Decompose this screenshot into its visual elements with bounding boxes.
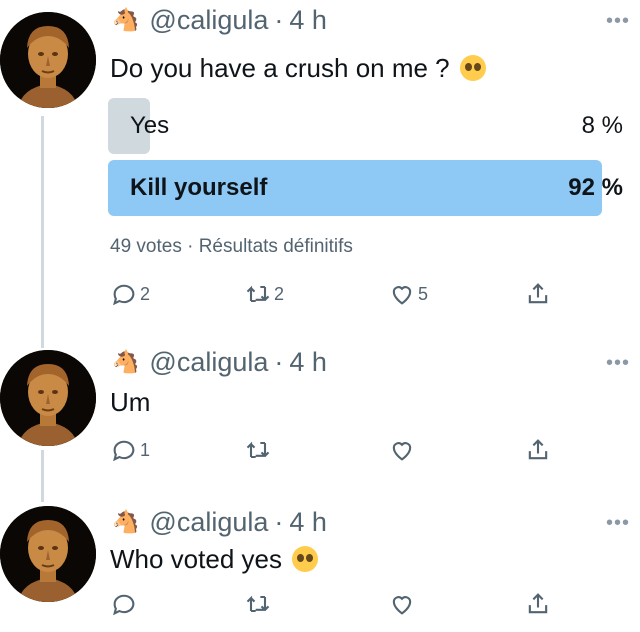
retweet-count: 2 xyxy=(274,283,285,304)
tweet-text: Um xyxy=(110,384,150,420)
poll-meta: 49 votes · Résultats définitifs xyxy=(110,236,353,257)
tweet-text-content: Who voted yes xyxy=(110,543,282,574)
timestamp[interactable]: 4 h xyxy=(289,5,327,36)
author-handle[interactable]: @caligula xyxy=(149,507,268,538)
avatar[interactable] xyxy=(0,350,96,446)
reply-count: 2 xyxy=(140,283,151,304)
retweet-icon xyxy=(246,285,270,303)
like-button[interactable]: 5 xyxy=(388,280,428,308)
tweet[interactable]: 🐴 @caligula · 4 h ••• Who voted yes xyxy=(0,498,640,632)
caligula-bust-avatar xyxy=(0,12,96,108)
tweet-header: 🐴 @caligula · 4 h xyxy=(112,504,327,540)
retweet-icon xyxy=(246,595,270,613)
pleading-face-icon xyxy=(291,546,318,572)
like-button[interactable] xyxy=(388,436,418,464)
share-icon xyxy=(528,593,548,614)
horse-icon: 🐴 xyxy=(112,349,140,374)
retweet-button[interactable]: 2 xyxy=(244,280,284,308)
separator-dot: · xyxy=(274,506,284,537)
author-handle[interactable]: @caligula xyxy=(149,5,268,36)
poll-option: Yes 8 % xyxy=(108,98,623,154)
tweet-text: Do you have a crush on me ? xyxy=(110,48,486,88)
retweet-button[interactable] xyxy=(244,590,274,618)
timestamp[interactable]: 4 h xyxy=(289,347,327,378)
poll-option-label: Yes xyxy=(130,112,170,139)
avatar[interactable] xyxy=(0,506,96,602)
poll-option-percent: 8 % xyxy=(581,112,623,139)
more-icon[interactable]: ••• xyxy=(606,10,630,33)
horse-icon: 🐴 xyxy=(112,7,140,32)
tweet-actions: 1 xyxy=(110,436,560,466)
share-button[interactable] xyxy=(524,436,552,464)
tweet[interactable]: 🐴 @caligula · 4 h ••• Um 1 xyxy=(0,340,640,480)
poll-option-label: Kill yourself xyxy=(130,174,268,201)
separator-dot: · xyxy=(274,346,284,377)
share-button[interactable] xyxy=(524,590,552,618)
caligula-bust-avatar xyxy=(0,506,96,602)
heart-icon xyxy=(392,442,412,461)
tweet-header: 🐴 @caligula · 4 h xyxy=(112,344,327,380)
tweet-actions: 2 2 5 xyxy=(110,280,560,310)
reply-icon xyxy=(113,440,135,462)
timestamp[interactable]: 4 h xyxy=(289,507,327,538)
heart-icon xyxy=(392,286,412,305)
reply-count: 1 xyxy=(140,439,151,460)
tweet[interactable]: 🐴 @caligula · 4 h ••• Do you have a crus… xyxy=(0,0,640,330)
like-button[interactable] xyxy=(388,590,418,618)
tweet-text: Who voted yes xyxy=(110,540,318,578)
horse-icon: 🐴 xyxy=(112,509,140,534)
tweet-header: 🐴 @caligula · 4 h xyxy=(112,2,327,38)
avatar[interactable] xyxy=(0,12,96,108)
reply-button[interactable] xyxy=(110,590,140,618)
caligula-bust-avatar xyxy=(0,350,96,446)
reply-button[interactable]: 1 xyxy=(110,436,150,464)
tweet-actions xyxy=(110,590,560,620)
retweet-icon xyxy=(246,441,270,459)
reply-icon xyxy=(113,284,135,306)
tweet-text-content: Do you have a crush on me ? xyxy=(110,52,450,83)
pleading-face-icon xyxy=(459,55,486,81)
share-icon xyxy=(528,439,548,460)
share-button[interactable] xyxy=(524,280,552,308)
separator-dot: · xyxy=(274,4,284,35)
author-handle[interactable]: @caligula xyxy=(149,347,268,378)
poll-option: Kill yourself 92 % xyxy=(108,160,623,216)
retweet-button[interactable] xyxy=(244,436,274,464)
share-icon xyxy=(528,283,548,304)
like-count: 5 xyxy=(418,283,429,304)
reply-button[interactable]: 2 xyxy=(110,280,150,308)
tweet-text-content: Um xyxy=(110,386,151,417)
poll-option-percent: 92 % xyxy=(568,174,623,201)
more-icon[interactable]: ••• xyxy=(606,352,630,375)
heart-icon xyxy=(392,596,412,615)
more-icon[interactable]: ••• xyxy=(606,512,630,535)
reply-icon xyxy=(113,594,135,616)
